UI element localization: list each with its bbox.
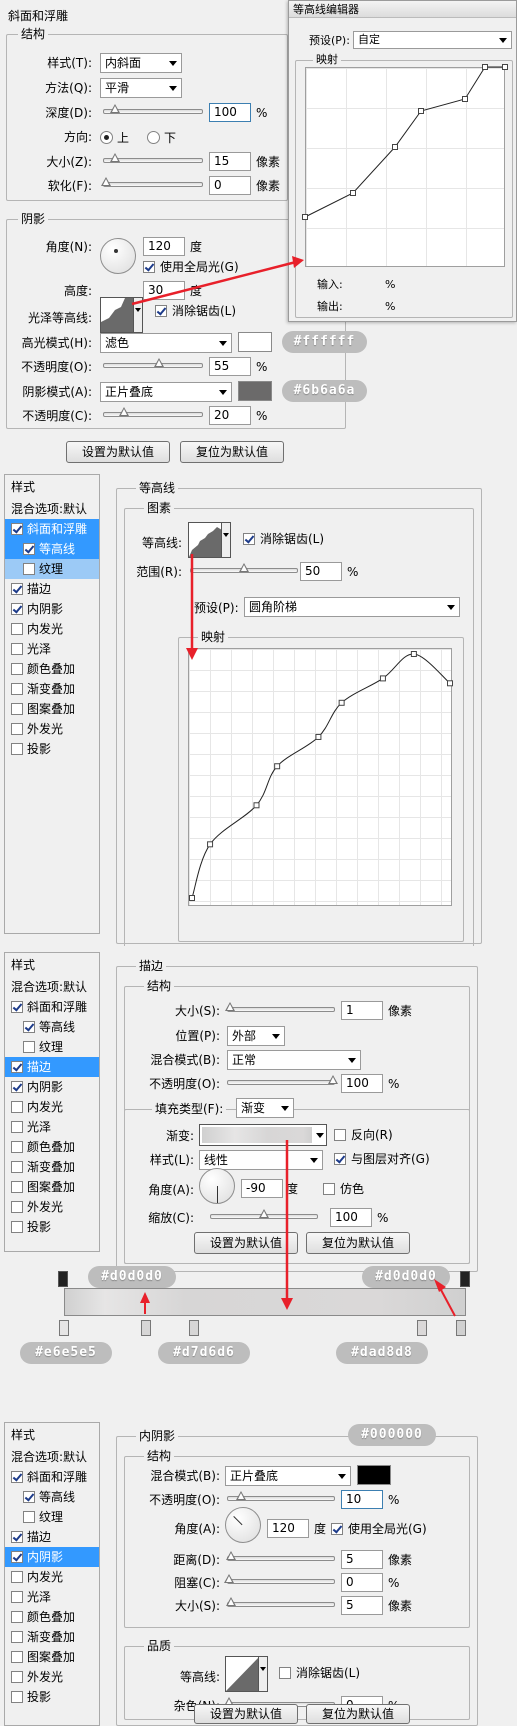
angle-dial[interactable] bbox=[225, 1507, 261, 1543]
sidebar-item-label: 描边 bbox=[27, 1530, 52, 1544]
sidebar-item-label: 斜面和浮雕 bbox=[27, 1470, 88, 1484]
global-light-label: 使用全局光(G) bbox=[348, 1522, 427, 1536]
sidebar-item-checkbox[interactable] bbox=[11, 1531, 23, 1543]
distance-input[interactable]: 5 bbox=[341, 1550, 383, 1569]
sidebar-item[interactable]: 渐变叠加 bbox=[5, 1627, 99, 1647]
quality-antialias-checkbox[interactable] bbox=[279, 1667, 291, 1679]
annotation-arrows bbox=[140, 1140, 456, 1317]
sidebar-item-label: 渐变叠加 bbox=[27, 1630, 76, 1644]
opacity-unit: % bbox=[388, 1493, 400, 1507]
sidebar-item-checkbox[interactable] bbox=[11, 1631, 23, 1643]
stroke-panel: 样式 混合选项:默认 斜面和浮雕 等高线 纹理 描边 内阴影 内发光 光泽 颜色叠加 渐变叠加 图案叠… bbox=[0, 946, 517, 1416]
choke-unit: % bbox=[388, 1576, 400, 1590]
choke-input[interactable]: 0 bbox=[341, 1573, 383, 1592]
sidebar-item-label: 投影 bbox=[27, 1690, 52, 1704]
blend-mode-select[interactable]: 正片叠底 bbox=[225, 1466, 351, 1486]
angle-input[interactable]: 120 bbox=[267, 1519, 309, 1538]
opacity-label: 不透明度(O): bbox=[149, 1493, 220, 1507]
reset-default-button[interactable]: 复位为默认值 bbox=[306, 1704, 410, 1724]
sidebar-item-label: 等高线 bbox=[39, 1490, 76, 1504]
inner-shadow-title: 内阴影 bbox=[136, 1429, 179, 1443]
sidebar-item-label: 内发光 bbox=[27, 1570, 64, 1584]
annotation-arrow bbox=[186, 554, 198, 660]
sidebar-item[interactable]: 内阴影 bbox=[5, 1547, 99, 1567]
sidebar-item[interactable]: 投影 bbox=[5, 1687, 99, 1707]
sidebar-item[interactable]: 内发光 bbox=[5, 1567, 99, 1587]
angle-label: 角度(A): bbox=[174, 1522, 220, 1536]
sidebar-item-checkbox[interactable] bbox=[11, 1611, 23, 1623]
contour-panel: 样式 混合选项:默认 斜面和浮雕 等高线 纹理 描边 内阴影 内发光 光泽 颜色叠加 渐变叠加 图案叠… bbox=[0, 468, 517, 946]
sidebar-item[interactable]: 描边 bbox=[5, 1527, 99, 1547]
sidebar-item[interactable]: 外发光 bbox=[5, 1667, 99, 1687]
size-unit: 像素 bbox=[388, 1599, 413, 1613]
sidebar-item[interactable]: 光泽 bbox=[5, 1587, 99, 1607]
size-slider[interactable] bbox=[226, 1597, 335, 1607]
make-default-button[interactable]: 设置为默认值 bbox=[194, 1704, 298, 1724]
sidebar-item-label: 光泽 bbox=[27, 1590, 52, 1604]
sidebar-item-checkbox[interactable] bbox=[11, 1571, 23, 1583]
sidebar-item[interactable]: 混合选项:默认 bbox=[5, 1447, 99, 1467]
size-input[interactable]: 5 bbox=[341, 1596, 383, 1615]
distance-slider[interactable] bbox=[226, 1551, 335, 1561]
choke-label: 阻塞(C): bbox=[174, 1576, 220, 1590]
quality-antialias-label: 消除锯齿(L) bbox=[296, 1666, 361, 1680]
distance-label: 距离(D): bbox=[173, 1553, 220, 1567]
sidebar-title: 样式 bbox=[11, 1428, 36, 1442]
inner-shadow-panel: 样式 混合选项:默认 斜面和浮雕 等高线 纹理 描边 内阴影 内发光 光泽 颜色叠加 渐变叠加 图案叠… bbox=[0, 1416, 517, 1726]
sidebar-item-checkbox[interactable] bbox=[11, 1471, 23, 1483]
sidebar-item-label: 纹理 bbox=[39, 1510, 64, 1524]
distance-unit: 像素 bbox=[388, 1553, 413, 1567]
sidebar-item-label: 内阴影 bbox=[27, 1550, 64, 1564]
distance-slider-thumb[interactable] bbox=[226, 1551, 236, 1560]
sidebar-item-checkbox[interactable] bbox=[11, 1591, 23, 1603]
opacity-slider-thumb[interactable] bbox=[236, 1491, 246, 1500]
choke-slider[interactable] bbox=[224, 1574, 335, 1584]
annotation-arrow bbox=[131, 256, 304, 306]
sidebar-item-label: 外发光 bbox=[27, 1670, 64, 1684]
sidebar-item-label: 混合选项:默认 bbox=[11, 1450, 88, 1464]
blend-mode-label: 混合模式(B): bbox=[150, 1469, 220, 1483]
sidebar-item-checkbox[interactable] bbox=[23, 1511, 35, 1523]
quality-contour-label: 等高线: bbox=[179, 1670, 220, 1684]
opacity-input[interactable]: 10 bbox=[341, 1490, 383, 1509]
sidebar-item-label: 图案叠加 bbox=[27, 1650, 76, 1664]
sidebar-item-checkbox[interactable] bbox=[23, 1491, 35, 1503]
sidebar-item[interactable]: 斜面和浮雕 bbox=[5, 1467, 99, 1487]
sidebar-item-checkbox[interactable] bbox=[11, 1551, 23, 1563]
size-slider-thumb[interactable] bbox=[226, 1597, 236, 1606]
global-light-checkbox[interactable] bbox=[331, 1523, 343, 1535]
inner-structure-legend: 结构 bbox=[144, 1449, 175, 1463]
sidebar-item-checkbox[interactable] bbox=[11, 1691, 23, 1703]
sidebar-item-checkbox[interactable] bbox=[11, 1651, 23, 1663]
sidebar-item[interactable]: 颜色叠加 bbox=[5, 1607, 99, 1627]
sidebar-item[interactable]: 纹理 bbox=[5, 1507, 99, 1527]
styles-sidebar: 样式混合选项:默认斜面和浮雕等高线纹理描边内阴影内发光光泽颜色叠加渐变叠加图案叠… bbox=[4, 1422, 100, 1726]
sidebar-item[interactable]: 等高线 bbox=[5, 1487, 99, 1507]
size-label: 大小(S): bbox=[174, 1599, 220, 1613]
sidebar-item-checkbox[interactable] bbox=[11, 1671, 23, 1683]
color-annotation: #000000 bbox=[348, 1424, 436, 1446]
quality-contour-picker[interactable] bbox=[225, 1656, 268, 1692]
quality-legend: 品质 bbox=[144, 1639, 175, 1653]
bevel-emboss-panel: 斜面和浮雕 结构 样式(T): 内斜面 方法(Q): 平滑 深度(D): 100… bbox=[0, 0, 517, 468]
sidebar-item-label: 颜色叠加 bbox=[27, 1610, 76, 1624]
opacity-slider[interactable] bbox=[227, 1491, 335, 1501]
shadow-color-swatch[interactable] bbox=[357, 1465, 391, 1485]
sidebar-item[interactable]: 图案叠加 bbox=[5, 1647, 99, 1667]
angle-unit: 度 bbox=[314, 1522, 327, 1536]
choke-slider-thumb[interactable] bbox=[224, 1574, 234, 1583]
quality-contour-preview bbox=[226, 1657, 259, 1691]
